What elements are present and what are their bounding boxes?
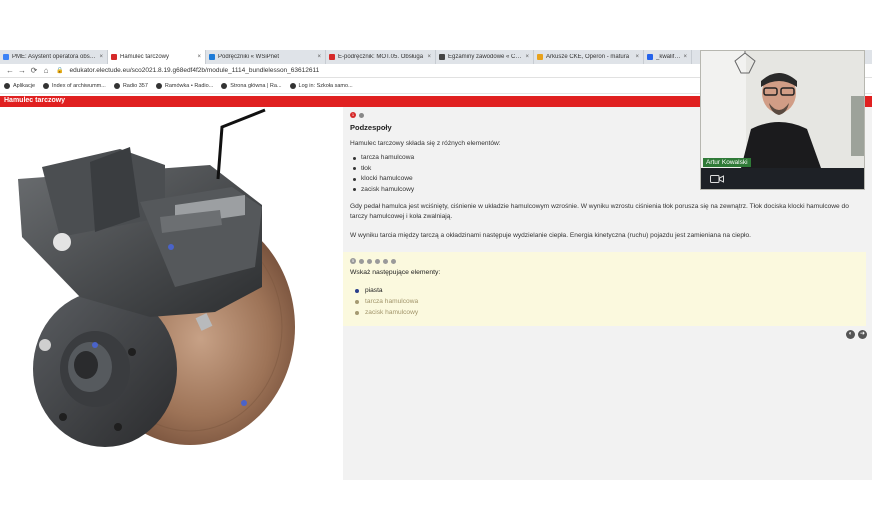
tab-label: E-podręcznik: MOT.05. Obsługa <box>338 54 424 60</box>
quiz-option-label: zacisk hamulcowy <box>365 309 419 316</box>
webcam-video <box>701 51 864 168</box>
tab-close-icon[interactable]: × <box>99 54 103 60</box>
bookmark-label: Radio 357 <box>122 82 148 89</box>
tab-close-icon[interactable]: × <box>427 54 431 60</box>
quiz-step-current[interactable]: 5 <box>350 258 356 264</box>
tab-label: _kwalifikacje <box>656 54 680 60</box>
bookmark-item[interactable]: Index of archiwumm... <box>43 82 106 89</box>
bookmark-icon <box>113 82 120 89</box>
bookmark-item[interactable]: Strona główna | Ra... <box>221 82 282 89</box>
hotspot-marker[interactable] <box>241 400 247 406</box>
bookmark-item[interactable]: Ramówka • Radio... <box>155 82 214 89</box>
hotspot-marker[interactable] <box>168 244 174 250</box>
tab-label: Podręczniki « WSiPnet <box>218 54 280 60</box>
bookmark-item[interactable]: Aplikacje <box>4 82 36 89</box>
browser-tab[interactable]: Podręczniki « WSiPnet × <box>206 50 326 64</box>
tab-label: Arkusze CKE, Operon - matura <box>546 54 630 60</box>
tab-close-icon[interactable]: × <box>317 54 321 60</box>
bookmark-item[interactable]: Log in: Szkoła samo... <box>289 82 353 89</box>
bookmark-label: Log in: Szkoła samo... <box>298 82 353 89</box>
brake-model-illustration[interactable] <box>0 107 343 480</box>
tab-favicon-icon <box>439 54 445 60</box>
step-current[interactable]: 1 <box>350 112 356 118</box>
bookmark-label: Aplikacje <box>13 82 36 89</box>
browser-tab[interactable]: PME: Asystent operatora obsługi × <box>0 50 108 64</box>
tab-favicon-icon <box>647 54 653 60</box>
tab-label: PME: Asystent operatora obsługi <box>12 54 97 60</box>
quiz-options: piasta tarcza hamulcowa zacisk hamulcowy <box>355 285 418 318</box>
quiz-option-label: piasta <box>365 287 383 294</box>
app-title: Hamulec tarczowy <box>4 97 66 104</box>
tab-label: Hamulec tarczowy <box>120 54 170 60</box>
paragraph-1: Gdy pedał hamulca jest wciśnięty, ciśnie… <box>350 203 849 220</box>
option-bullet-icon <box>355 288 359 293</box>
url-field[interactable]: edukator.electude.eu/sco2021.8.19.g68edf… <box>69 67 319 74</box>
paragraph-2: W wyniku tarcia między tarczą a okładzin… <box>350 232 751 239</box>
step-dot[interactable] <box>359 112 364 118</box>
tab-label: Egzaminy zawodowe « CKE <box>448 54 523 60</box>
browser-tab[interactable]: Arkusze CKE, Operon - matura × <box>534 50 644 64</box>
tab-favicon-icon <box>209 54 215 60</box>
step-dot[interactable] <box>367 258 372 264</box>
quiz-option-label: tarcza hamulcowa <box>365 298 419 305</box>
quiz-box: 5 Wskaż następujące elementy: piasta tarc… <box>343 252 866 326</box>
option-bullet-icon <box>355 310 359 315</box>
step-dot[interactable] <box>391 258 396 264</box>
step-dot[interactable] <box>375 258 380 264</box>
tab-close-icon[interactable]: × <box>525 54 529 60</box>
bookmark-icon <box>155 82 162 89</box>
reload-icon[interactable]: ⟳ <box>28 66 40 75</box>
screen: PME: Asystent operatora obsługi × Hamulec … <box>0 0 872 532</box>
tab-close-icon[interactable]: × <box>683 54 687 60</box>
bookmark-icon <box>43 82 50 89</box>
3d-viewer[interactable] <box>0 107 343 480</box>
webcam-overlay: Artur Kowalski <box>700 50 865 190</box>
camera-icon[interactable] <box>710 174 724 184</box>
tab-close-icon[interactable]: × <box>197 54 201 60</box>
audio-icon[interactable]: ◐ <box>846 330 855 339</box>
bookmark-item[interactable]: Radio 357 <box>113 82 148 89</box>
tab-favicon-icon <box>537 54 543 60</box>
browser-tab[interactable]: Hamulec tarczowy × <box>108 50 206 64</box>
quiz-step-indicator: 5 <box>350 258 399 264</box>
browser-tab[interactable]: _kwalifikacje× <box>644 50 692 64</box>
browser-tab[interactable]: Egzaminy zawodowe « CKE × <box>436 50 534 64</box>
tab-close-icon[interactable]: × <box>635 54 639 60</box>
bookmark-icon <box>4 82 10 89</box>
participant-name: Artur Kowalski <box>703 158 751 167</box>
bookmark-label: Strona główna | Ra... <box>230 82 282 89</box>
bookmark-label: Ramówka • Radio... <box>164 82 214 89</box>
lock-icon: 🔒 <box>56 68 64 74</box>
quiz-option[interactable]: tarcza hamulcowa <box>355 296 418 307</box>
page-bottom <box>0 480 872 532</box>
hotspot-marker[interactable] <box>92 342 98 348</box>
tab-favicon-icon <box>329 54 335 60</box>
tab-favicon-icon <box>3 54 9 60</box>
step-dot[interactable] <box>359 258 364 264</box>
forward-icon[interactable]: → <box>16 66 28 75</box>
webcam-controls <box>701 168 864 189</box>
quiz-option[interactable]: piasta <box>355 285 418 296</box>
bookmark-icon <box>289 82 296 89</box>
browser-tab[interactable]: E-podręcznik: MOT.05. Obsługa × <box>326 50 436 64</box>
quiz-option[interactable]: zacisk hamulcowy <box>355 307 418 318</box>
bookmark-label: Index of archiwumm... <box>52 82 106 89</box>
back-icon[interactable]: ← <box>4 66 16 75</box>
home-icon[interactable]: ⌂ <box>40 66 52 75</box>
option-bullet-icon <box>355 299 359 304</box>
tab-favicon-icon <box>111 54 117 60</box>
step-dot[interactable] <box>383 258 388 264</box>
quiz-prompt: Wskaż następujące elementy: <box>350 269 441 276</box>
next-icon[interactable]: ➜ <box>858 330 867 339</box>
bookmark-icon <box>221 82 228 89</box>
panel-controls: ◐ ➜ <box>843 330 867 339</box>
